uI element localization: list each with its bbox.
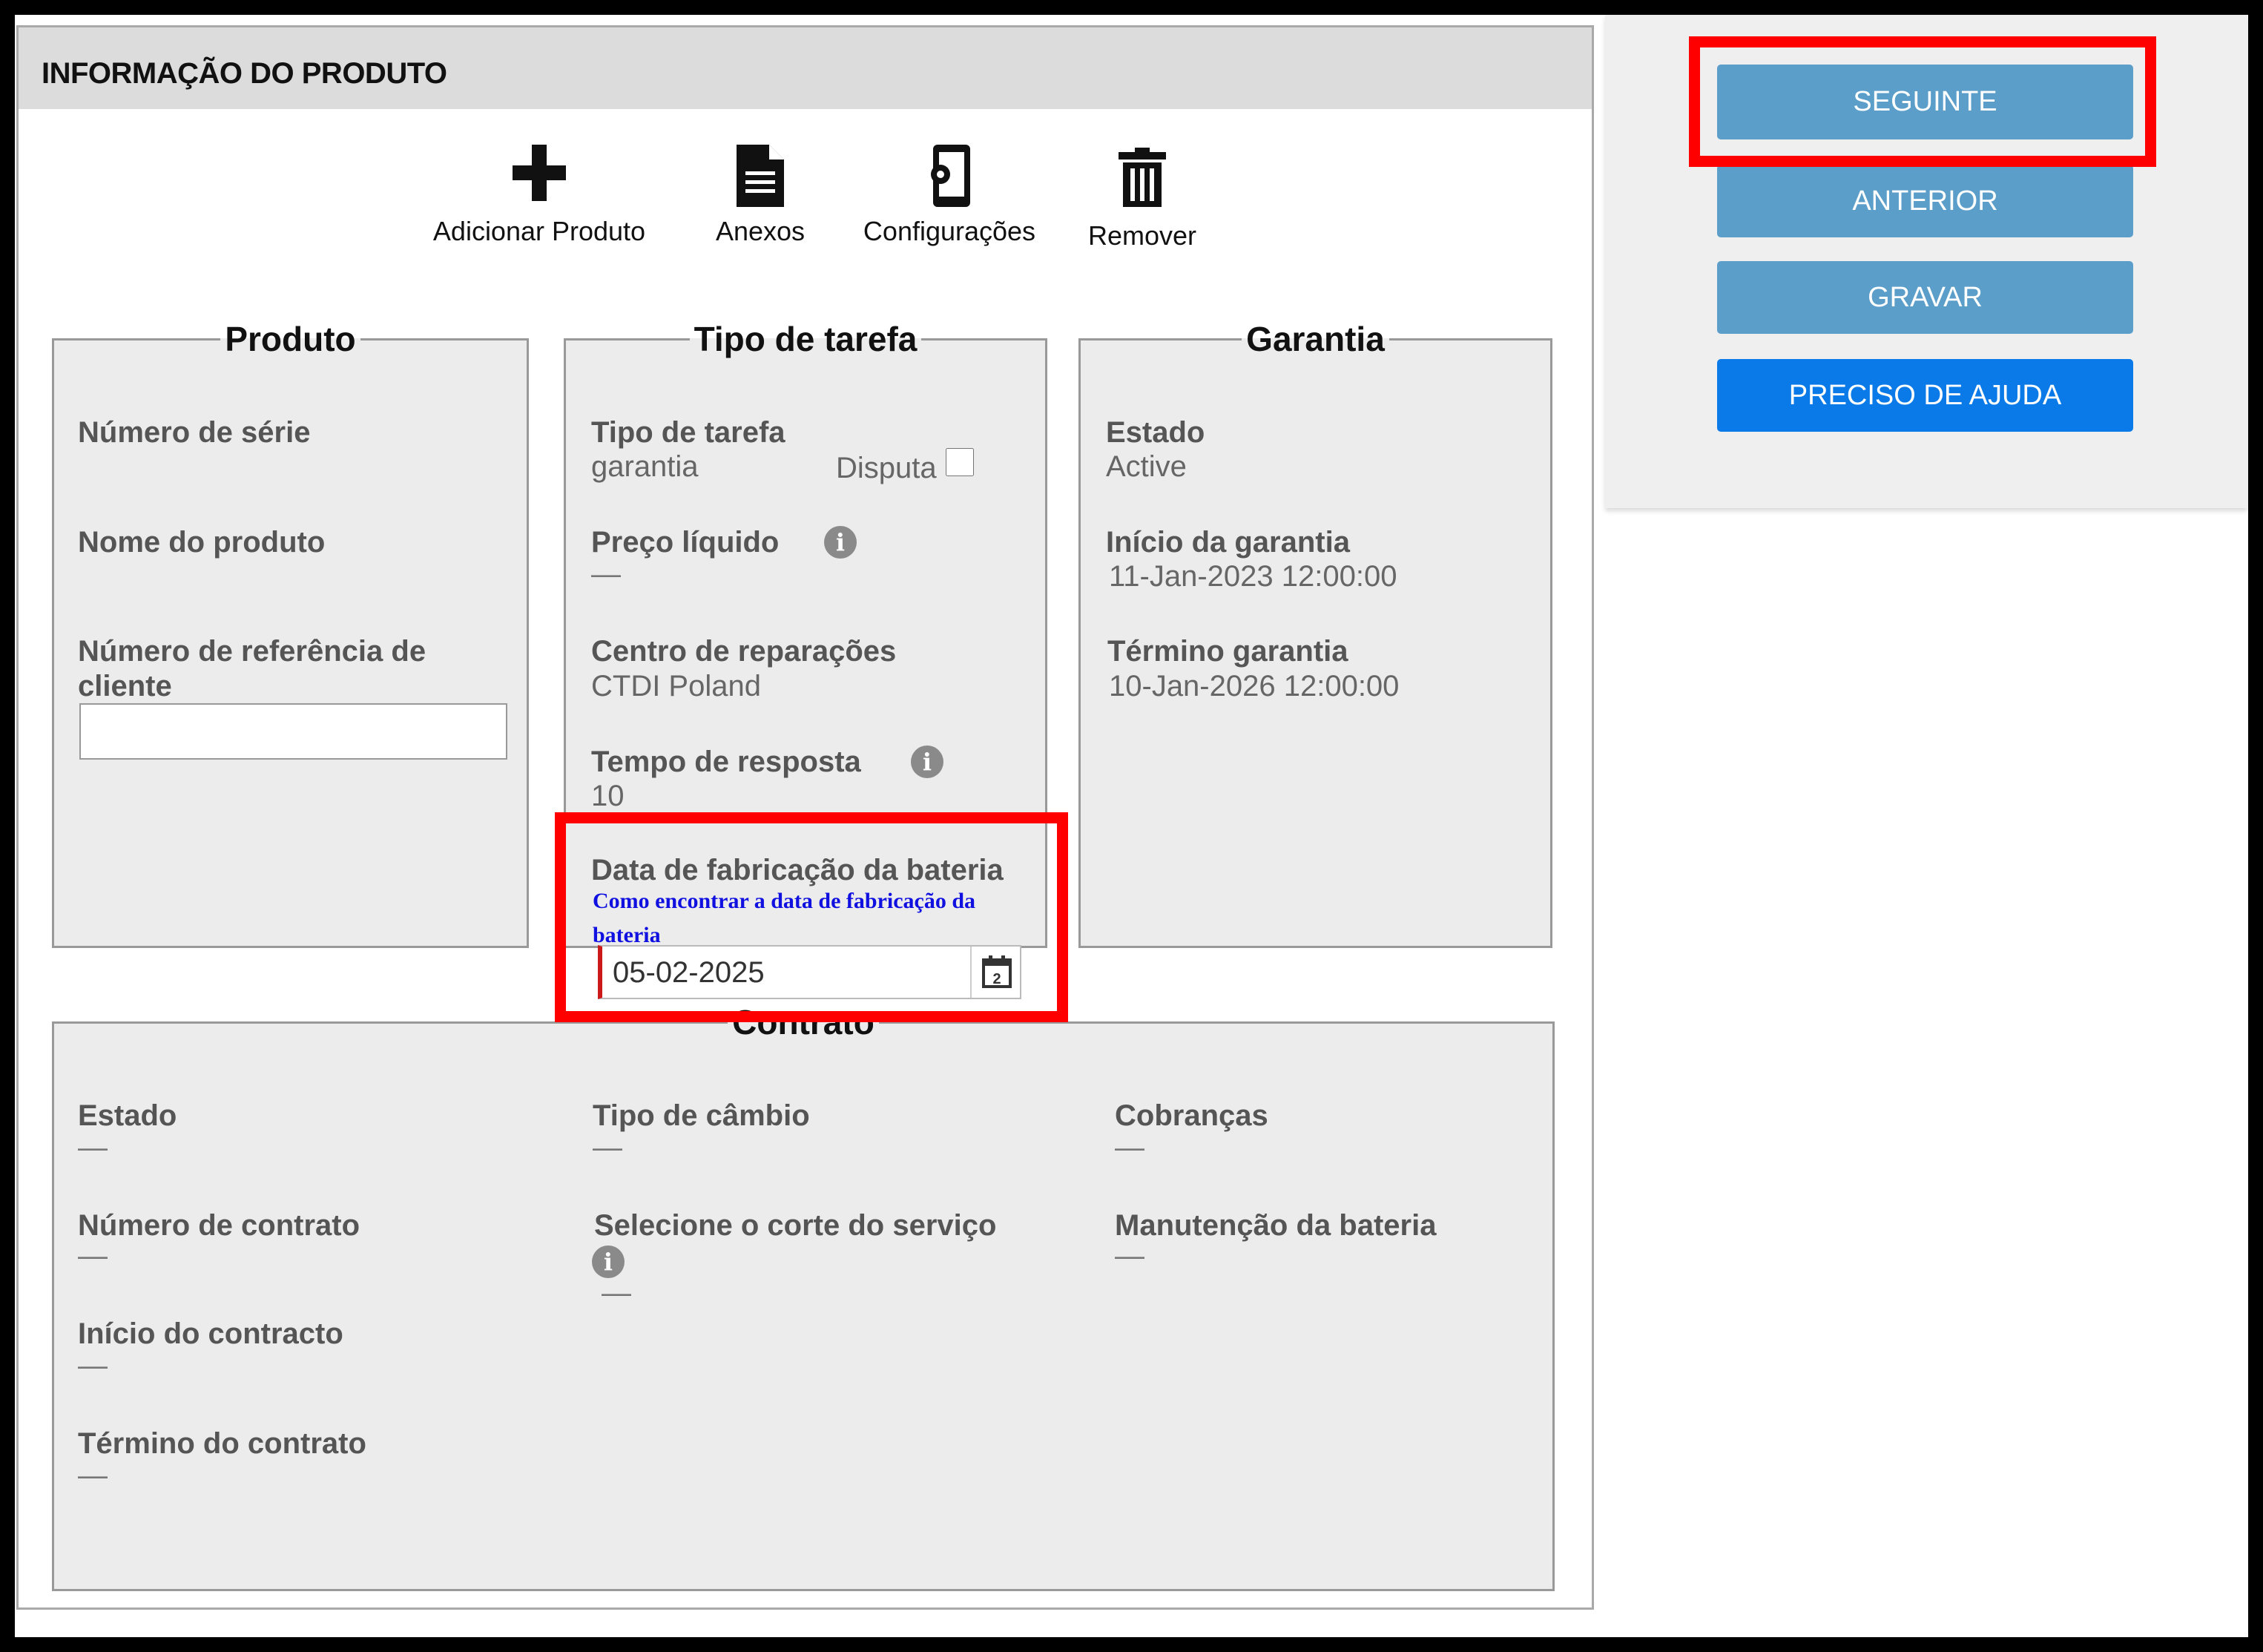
repair-center-value: CTDI Poland [591,670,761,702]
warranty-section: Garantia Estado Active Início da garanti… [1078,322,1552,948]
produto-legend: Produto [225,320,356,358]
response-time-label: Tempo de resposta [591,746,861,778]
charges-value: — [1115,1131,1144,1164]
contract-number-label: Número de contrato [78,1209,360,1242]
customer-ref-label: Número de referência de [78,635,426,668]
battery-maintenance-value: — [1115,1240,1144,1272]
settings-button[interactable]: Configurações [849,145,1050,247]
panel-header: INFORMAÇÃO DO PRODUTO [19,27,1592,109]
remove-label: Remover [1087,220,1197,251]
trash-icon [1119,148,1166,207]
contract-end-label: Término do contrato [78,1427,366,1460]
warranty-status-label: Estado [1106,416,1205,449]
contract-number-value: — [78,1240,108,1272]
net-price-info-icon[interactable]: i [824,526,857,559]
contract-start-value: — [78,1349,108,1382]
remove-button[interactable]: Remover [1075,148,1209,251]
warranty-status-value: Active [1106,450,1187,483]
next-button-highlight [1689,36,2156,167]
response-time-value: 10 [591,780,625,812]
contract-start-label: Início do contracto [78,1317,343,1350]
contract-end-value: — [78,1459,108,1492]
task-type-label: Tipo de tarefa [591,416,785,449]
plus-icon [513,145,566,201]
product-name-label: Nome do produto [78,526,326,559]
contract-status-value: — [78,1131,108,1164]
attachments-label: Anexos [715,216,806,246]
contract-section: Contrato Estado — Número de contrato — I… [52,1005,1555,1591]
attachments-button[interactable]: Anexos [701,145,820,247]
task-type-value: garantia [591,450,699,483]
exchange-type-label: Tipo de câmbio [593,1099,810,1132]
service-cut-value: — [602,1277,631,1309]
net-price-value: — [591,558,621,590]
previous-button[interactable]: ANTERIOR [1717,165,2133,237]
charges-label: Cobranças [1115,1099,1268,1132]
battery-maintenance-label: Manutenção da bateria [1115,1209,1437,1242]
service-cut-info-icon[interactable]: i [592,1245,625,1278]
battery-date-highlight [555,812,1068,1022]
add-product-button[interactable]: Adicionar Produto [421,145,658,247]
page-canvas: INFORMAÇÃO DO PRODUTO Adicionar Produto … [15,15,2248,1637]
warranty-end-value: 10-Jan-2026 12:00:00 [1109,670,1400,702]
repair-center-label: Centro de reparações [591,635,897,668]
save-button[interactable]: GRAVAR [1717,261,2133,334]
device-settings-icon [931,145,970,207]
page-title: INFORMAÇÃO DO PRODUTO [42,57,447,90]
warranty-end-label: Término garantia [1107,635,1348,668]
customer-ref-input[interactable] [79,703,507,760]
net-price-label: Preço líquido [591,526,780,559]
serial-number-label: Número de série [78,416,311,449]
product-info-panel: INFORMAÇÃO DO PRODUTO Adicionar Produto … [16,25,1594,1610]
produto-section: Produto Número de série Nome do produto … [52,322,529,948]
warranty-start-value: 11-Jan-2023 12:00:00 [1109,560,1397,593]
customer-ref-label-cont: cliente [78,670,172,702]
warranty-start-label: Início da garantia [1106,526,1350,559]
contract-status-label: Estado [78,1099,177,1132]
service-cut-label: Selecione o corte do serviço [594,1209,997,1242]
document-icon [737,145,784,207]
warranty-legend: Garantia [1246,320,1385,358]
dispute-checkbox[interactable] [946,448,974,476]
add-product-label: Adicionar Produto [432,216,646,246]
response-time-info-icon[interactable]: i [911,746,943,778]
task-type-legend: Tipo de tarefa [694,320,918,358]
dispute-label: Disputa [836,452,937,484]
help-button[interactable]: PRECISO DE AJUDA [1717,359,2133,432]
settings-label: Configurações [863,216,1036,246]
exchange-type-value: — [593,1131,622,1164]
